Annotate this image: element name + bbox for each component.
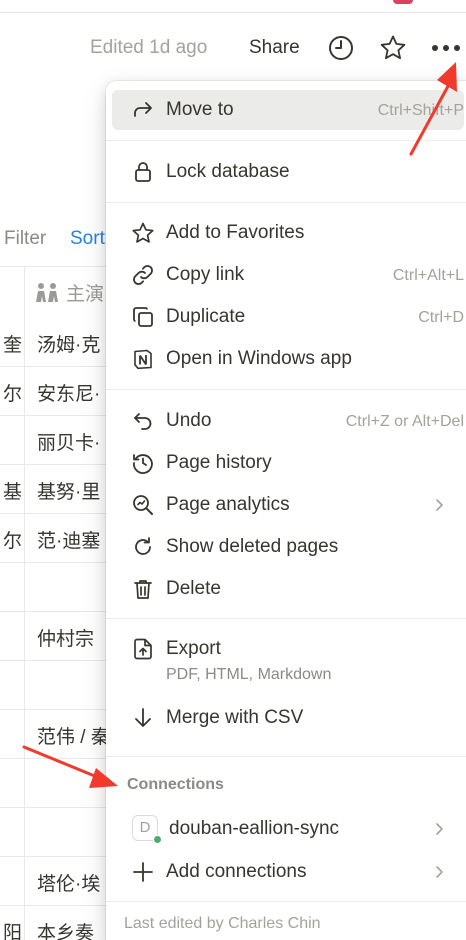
- menu-item-label: Add to Favorites: [166, 222, 305, 243]
- duplicate-icon: [131, 305, 155, 329]
- column-header-label: 主演: [66, 284, 105, 305]
- favorite-star-icon[interactable]: [379, 34, 407, 62]
- menu-item-merge-with-csv[interactable]: Merge with CSV: [112, 698, 464, 738]
- filter-button[interactable]: Filter: [4, 228, 46, 250]
- table-cell-cast: 丽贝卡·: [37, 433, 101, 454]
- menu-item-label: douban-eallion-sync: [169, 818, 340, 839]
- menu-item-add-connections[interactable]: Add connections: [112, 852, 464, 892]
- connections-heading: Connections: [127, 776, 224, 793]
- notion-logo-icon: [131, 347, 155, 371]
- table-cell-cast: 安东尼·: [37, 384, 101, 405]
- sort-button[interactable]: Sort: [70, 228, 105, 250]
- menu-divider: [106, 756, 466, 757]
- menu-divider: [106, 389, 466, 390]
- plus-icon: [131, 860, 155, 884]
- menu-item-label: Merge with CSV: [166, 707, 304, 728]
- menu-divider: [106, 140, 466, 141]
- menu-item-label: Export: [166, 638, 221, 659]
- arrow-down-icon: [131, 706, 155, 730]
- table-cell-cast: 仲村宗: [37, 629, 95, 650]
- table-cell-cast: 本乡奏: [37, 923, 95, 940]
- menu-item-delete[interactable]: Delete: [112, 569, 464, 609]
- menu-item-export[interactable]: Export PDF, HTML, Markdown: [112, 629, 464, 691]
- shortcut-text: Ctrl+D: [418, 309, 464, 326]
- table-cell-cast: 基努·里: [37, 482, 101, 503]
- more-horizontal-icon[interactable]: [430, 45, 462, 53]
- export-file-icon: [131, 637, 155, 661]
- menu-divider: [106, 901, 466, 902]
- shortcut-text: Ctrl+Z or Alt+Del: [345, 413, 464, 430]
- menu-item-label: Show deleted pages: [166, 536, 339, 557]
- column-header-cast[interactable]: 主演: [34, 279, 104, 306]
- menu-item-duplicate[interactable]: Duplicate Ctrl+D: [112, 297, 464, 337]
- page-options-menu: Move to Ctrl+Shift+P Lock database Add t…: [106, 81, 466, 940]
- menu-item-move-to[interactable]: Move to Ctrl+Shift+P: [112, 90, 464, 130]
- menu-item-label: Add connections: [166, 861, 307, 882]
- link-icon: [131, 263, 155, 287]
- menu-item-copy-link[interactable]: Copy link Ctrl+Alt+L: [112, 255, 464, 295]
- menu-item-label: Lock database: [166, 161, 290, 182]
- people-icon: [36, 282, 58, 302]
- connection-status-dot: [153, 835, 162, 844]
- lock-icon: [131, 160, 155, 184]
- table-cell-title: 尔: [2, 531, 22, 552]
- menu-item-page-analytics[interactable]: Page analytics: [112, 485, 464, 525]
- table-cell-cast: 范伟 / 秦: [37, 727, 110, 748]
- table-cell-cast: 塔伦·埃: [37, 874, 101, 895]
- menu-item-label: Page history: [166, 452, 272, 473]
- restore-icon: [131, 535, 155, 559]
- chevron-right-icon: [431, 821, 447, 837]
- menu-item-show-deleted-pages[interactable]: Show deleted pages: [112, 527, 464, 567]
- menu-item-page-history[interactable]: Page history: [112, 443, 464, 483]
- table-cell-title: 阳: [2, 923, 22, 940]
- history-clock-icon[interactable]: [327, 34, 355, 62]
- shortcut-text: Ctrl+Alt+L: [392, 267, 464, 284]
- menu-item-lock-database[interactable]: Lock database: [112, 152, 464, 192]
- menu-item-undo[interactable]: Undo Ctrl+Z or Alt+Del: [112, 401, 464, 441]
- menu-item-label: Open in Windows app: [166, 348, 352, 369]
- analytics-zoom-icon: [131, 493, 155, 517]
- undo-icon: [131, 409, 155, 433]
- arrow-right-turn-icon: [131, 98, 155, 122]
- star-icon: [131, 221, 155, 245]
- table-cell-title: 奎: [2, 335, 22, 356]
- table-cell-title: 基: [2, 482, 22, 503]
- menu-item-sublabel: PDF, HTML, Markdown: [166, 666, 332, 683]
- chevron-right-icon: [431, 864, 447, 880]
- history-icon: [131, 451, 155, 475]
- menu-item-label: Page analytics: [166, 494, 290, 515]
- menu-divider: [106, 618, 466, 619]
- share-button[interactable]: Share: [249, 37, 300, 59]
- edited-timestamp: Edited 1d ago: [90, 37, 208, 58]
- shortcut-text: Ctrl+Shift+P: [377, 102, 464, 119]
- table-cell-cast: 汤姆·克: [37, 335, 101, 356]
- table-cell-cast: 范·迪塞: [37, 531, 101, 552]
- menu-item-connection-douban[interactable]: D douban-eallion-sync: [112, 809, 464, 849]
- menu-item-label: Delete: [166, 578, 221, 599]
- menu-item-add-to-favorites[interactable]: Add to Favorites: [112, 213, 464, 253]
- chevron-right-icon: [431, 497, 447, 513]
- menu-divider: [106, 202, 466, 203]
- last-edited-footer: Last edited by Charles Chin: [124, 915, 321, 932]
- top-divider: [0, 12, 466, 13]
- menu-item-open-in-windows-app[interactable]: Open in Windows app: [112, 339, 464, 379]
- avatar-edge: [393, 0, 413, 4]
- table-cell-title: 尔: [2, 384, 22, 405]
- trash-icon: [131, 577, 155, 601]
